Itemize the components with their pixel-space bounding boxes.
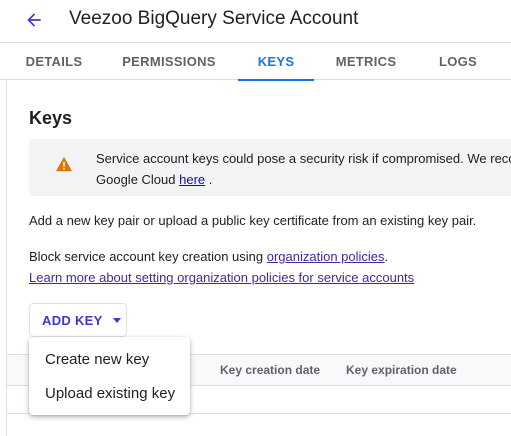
warning-line-2: Google Cloud here . (96, 169, 511, 190)
tab-details[interactable]: DETAILS (10, 43, 98, 80)
keys-title: Keys (29, 108, 73, 128)
add-key-menu: Create new key Upload existing key (29, 337, 190, 415)
tab-logs[interactable]: LOGS (420, 43, 496, 80)
security-warning-banner: Service account keys could pose a securi… (29, 139, 511, 196)
menu-item-upload-existing-key[interactable]: Upload existing key (29, 376, 190, 410)
tab-bar: DETAILS PERMISSIONS KEYS METRICS LOGS (0, 42, 511, 81)
tab-keys[interactable]: KEYS (238, 43, 314, 81)
arrow-back-icon (27, 13, 41, 27)
block-suffix: . (384, 249, 389, 264)
menu-item-create-new-key[interactable]: Create new key (29, 342, 190, 376)
here-link[interactable]: here (179, 172, 205, 187)
add-key-button[interactable]: ADD KEY (29, 303, 127, 337)
learn-more-link[interactable]: Learn more about setting organization po… (29, 270, 414, 285)
learn-more-line: Learn more about setting organization po… (29, 270, 414, 285)
block-creation-text: Block service account key creation using… (29, 249, 388, 264)
warning-triangle-icon (56, 156, 72, 172)
block-prefix: Block service account key creation using (29, 249, 267, 264)
warning-text: Service account keys could pose a securi… (96, 148, 511, 190)
page-title: Veezoo BigQuery Service Account (69, 8, 359, 29)
add-key-label: ADD KEY (42, 312, 103, 328)
column-key-creation-date[interactable]: Key creation date (220, 363, 320, 377)
back-button[interactable] (22, 8, 46, 32)
warning-line-1: Service account keys could pose a securi… (96, 151, 511, 166)
column-key-expiration-date[interactable]: Key expiration date (346, 363, 457, 377)
tab-metrics[interactable]: METRICS (326, 43, 406, 80)
arrow-drop-down-icon (112, 317, 121, 323)
organization-policies-link[interactable]: organization policies (267, 249, 385, 264)
left-divider (0, 80, 7, 436)
keys-description: Add a new key pair or upload a public ke… (29, 213, 477, 228)
tab-permissions[interactable]: PERMISSIONS (116, 43, 222, 80)
warning-line-2-suffix: . (205, 172, 213, 187)
page-header: Veezoo BigQuery Service Account (0, 0, 511, 40)
warning-line-2-prefix: Google Cloud (96, 172, 180, 187)
